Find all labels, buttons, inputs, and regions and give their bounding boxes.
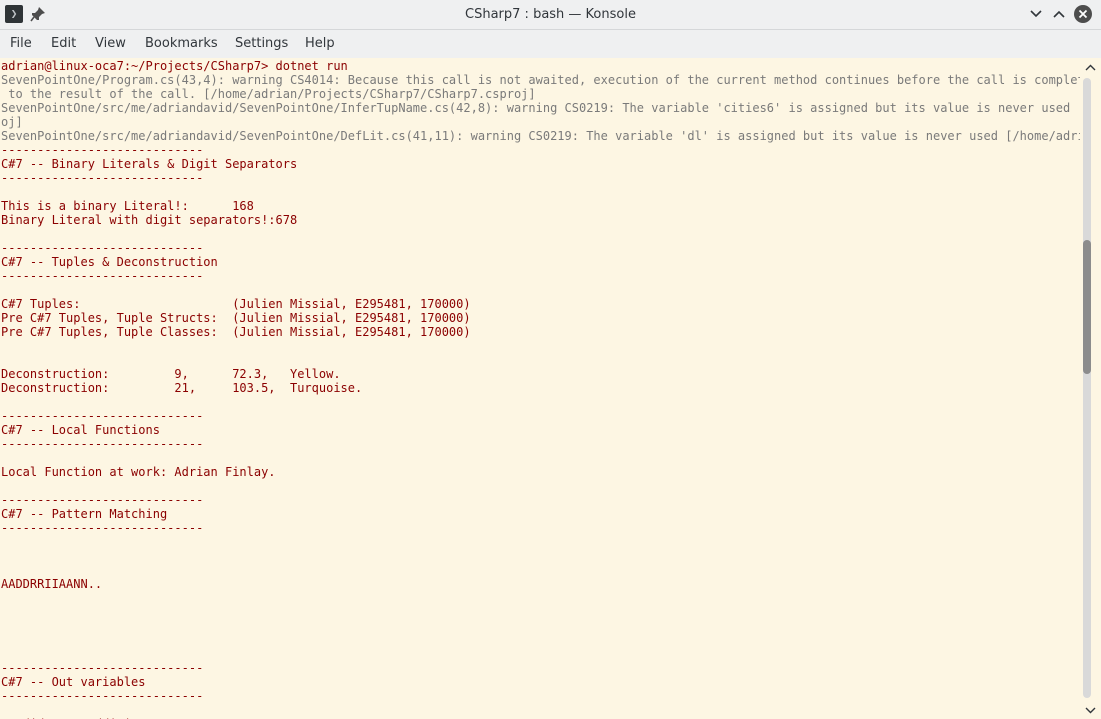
output-line: C#7 -- Local Functions <box>1 423 160 437</box>
prompt-line: adrian@linux-oca7:~/Projects/CSharp7> do… <box>1 59 348 73</box>
warning-line: to the result of the call. [/home/adrian… <box>1 87 536 101</box>
terminal-lines: adrian@linux-oca7:~/Projects/CSharp7> do… <box>1 59 1080 719</box>
scroll-down-icon[interactable] <box>1084 704 1097 716</box>
output-line: ---------------------------- <box>1 269 204 283</box>
output-line: ---------------------------- <box>1 241 204 255</box>
output-line: C#7 -- Binary Literals & Digit Separator… <box>1 157 298 171</box>
menu-edit[interactable]: Edit <box>51 30 76 58</box>
output-line: ---------------------------- <box>1 493 204 507</box>
scrollbar-track[interactable] <box>1083 78 1091 698</box>
output-line: ---------------------------- <box>1 437 204 451</box>
terminal-output[interactable]: adrian@linux-oca7:~/Projects/CSharp7> do… <box>0 58 1080 719</box>
warning-line: SevenPointOne/src/me/adriandavid/SevenPo… <box>1 101 1080 115</box>
output-line: C#7 -- Out variables <box>1 675 146 689</box>
output-line: Pre C#7 Tuples, Tuple Structs: (Julien M… <box>1 311 471 325</box>
output-line: ---------------------------- <box>1 409 204 423</box>
menu-file[interactable]: File <box>10 30 32 58</box>
menu-settings[interactable]: Settings <box>235 30 288 58</box>
scroll-up-icon[interactable] <box>1084 62 1097 74</box>
output-line: ---------------------------- <box>1 143 204 157</box>
warning-line: oj] <box>1 115 23 129</box>
output-line: Deconstruction: 21, 103.5, Turquoise. <box>1 381 363 395</box>
output-line: Pre C#7 Tuples, Tuple Classes: (Julien M… <box>1 325 471 339</box>
output-line: C#7 -- Pattern Matching <box>1 507 168 521</box>
output-line: Local Function at work: Adrian Finlay. <box>1 465 276 479</box>
output-line: ---------------------------- <box>1 661 204 675</box>
warning-line: SevenPointOne/Program.cs(43,4): warning … <box>1 73 1080 87</box>
window-title: CSharp7 : bash — Konsole <box>465 7 636 22</box>
menu-help[interactable]: Help <box>305 30 335 58</box>
close-icon[interactable] <box>1073 4 1093 24</box>
warning-line: SevenPointOne/src/me/adriandavid/SevenPo… <box>1 129 1080 143</box>
title-bar: ❯ CSharp7 : bash — Konsole <box>0 0 1101 30</box>
output-line: ---------------------------- <box>1 689 204 703</box>
minimize-icon[interactable] <box>1026 4 1046 24</box>
output-line: This is a binary Literal!: 168 <box>1 199 254 213</box>
output-line: ---------------------------- <box>1 521 204 535</box>
output-line: Binary Literal with digit separators!:67… <box>1 213 298 227</box>
output-line: ---------------------------- <box>1 171 204 185</box>
maximize-icon[interactable] <box>1049 4 1069 24</box>
menu-bookmarks[interactable]: Bookmarks <box>145 30 218 58</box>
menu-bar: File Edit View Bookmarks Settings Help <box>0 30 1101 58</box>
output-line: AADDRRIIAANN.. <box>1 577 103 591</box>
output-line: Deconstruction: 9, 72.3, Yellow. <box>1 367 341 381</box>
menu-view[interactable]: View <box>95 30 126 58</box>
scrollbar-thumb[interactable] <box>1083 240 1091 374</box>
output-line: C#7 -- Tuples & Deconstruction <box>1 255 218 269</box>
output-line: C#7 Tuples: (Julien Missial, E295481, 17… <box>1 297 471 311</box>
